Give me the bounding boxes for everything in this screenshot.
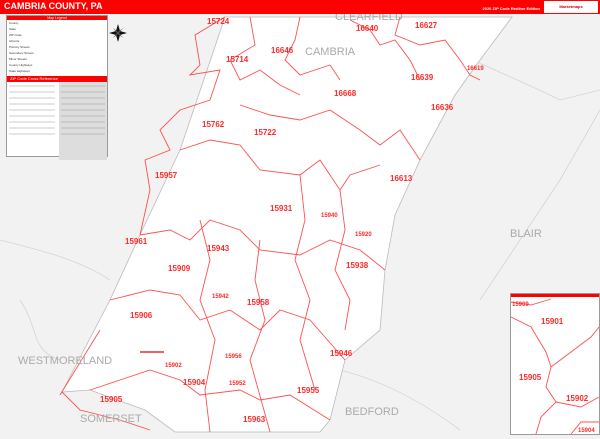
zip-label: 15952 xyxy=(229,381,246,387)
zip-label: 15938 xyxy=(346,261,369,270)
county-label-bedford: BEDFORD xyxy=(345,406,399,418)
zip-label: 16636 xyxy=(431,103,454,112)
county-label-blair: BLAIR xyxy=(510,228,542,240)
zip-label: 15714 xyxy=(226,55,249,64)
county-label-cambria: CAMBRIA xyxy=(305,46,356,58)
county-label-somerset: SOMERSET xyxy=(80,413,142,425)
zip-label: 15902 xyxy=(566,394,589,403)
johnstown-inset-map[interactable]: 15909 15901 15905 15902 15904 xyxy=(510,293,600,435)
zip-label: 16627 xyxy=(415,21,438,30)
zip-label: 15961 xyxy=(125,237,148,246)
zip-label: 15901 xyxy=(541,317,564,326)
header-bar: CAMBRIA COUNTY, PA 2020 ZIP Code Redline… xyxy=(0,0,600,14)
zip-label: 16668 xyxy=(334,89,357,98)
zip-label: 15904 xyxy=(183,378,206,387)
zip-label: 16640 xyxy=(356,24,379,33)
map-legend: Map Legend County State ZIP Code Airport… xyxy=(6,15,108,160)
zip-label: 15955 xyxy=(297,386,320,395)
zip-label: 16639 xyxy=(411,73,434,82)
zip-label: 15722 xyxy=(254,128,277,137)
map-title: CAMBRIA COUNTY, PA xyxy=(4,1,103,11)
zip-label: 15943 xyxy=(207,244,230,253)
xref-table xyxy=(9,82,107,160)
zip-label: 16613 xyxy=(390,174,413,183)
zip-label: 15931 xyxy=(270,204,293,213)
zip-label: 15905 xyxy=(100,395,123,404)
zip-label: 15902 xyxy=(165,363,182,369)
county-label-clearfield: CLEARFIELD xyxy=(335,14,403,23)
zip-label: 15957 xyxy=(155,171,178,180)
zip-label: 15905 xyxy=(519,373,542,382)
county-label-westmoreland: WESTMORELAND xyxy=(18,355,112,367)
inset-svg: 15909 15901 15905 15902 15904 xyxy=(510,298,600,435)
zip-label: 15942 xyxy=(212,294,229,300)
zip-label: 15909 xyxy=(512,302,529,308)
zip-label: 15946 xyxy=(330,349,353,358)
zip-label: 15724 xyxy=(207,17,230,26)
zip-label: 15963 xyxy=(243,415,266,424)
zip-label: 15940 xyxy=(321,213,338,219)
zip-label: 15958 xyxy=(247,298,270,307)
edition-label: 2020 ZIP Code Redline Edition xyxy=(482,6,541,11)
zip-label: 15762 xyxy=(202,120,225,129)
zip-cross-reference: ZIP Code Cross Reference xyxy=(7,76,107,161)
publisher-logo: Marketmaps xyxy=(544,1,598,13)
zip-label: 15906 xyxy=(130,311,153,320)
zip-label: 15904 xyxy=(578,428,595,434)
zip-label: 15909 xyxy=(168,264,191,273)
zip-label: 16619 xyxy=(467,66,484,72)
zip-label: 15920 xyxy=(355,232,372,238)
zip-label: 15956 xyxy=(225,354,242,360)
zip-label: 16646 xyxy=(271,46,294,55)
